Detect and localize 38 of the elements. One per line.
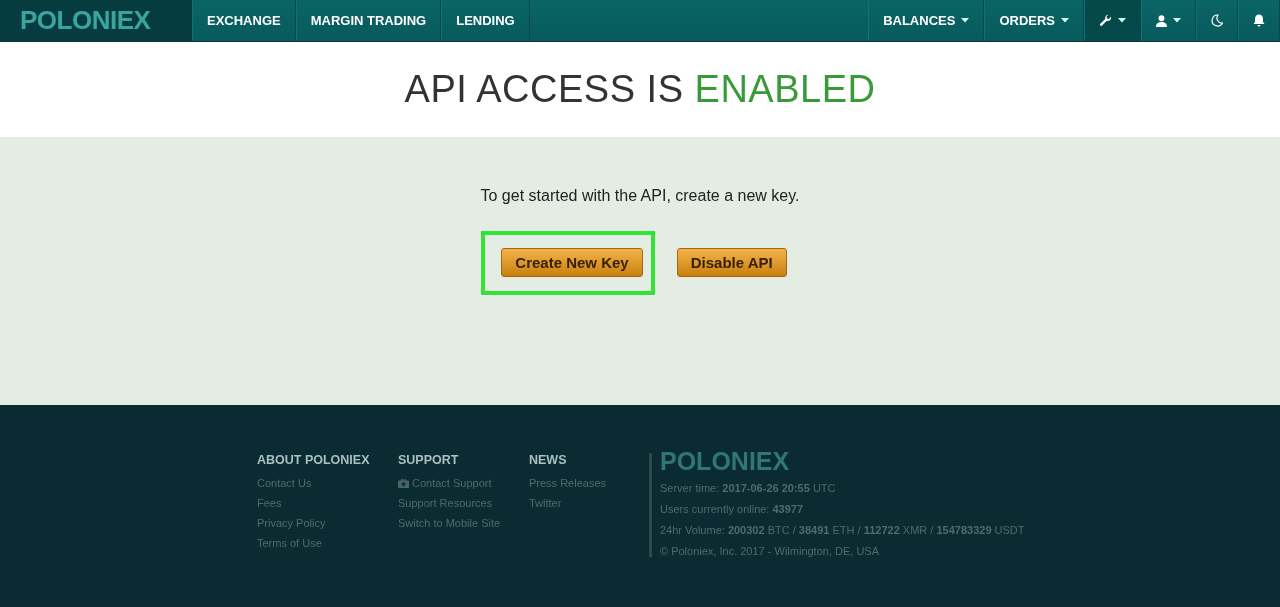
footer-link[interactable]: Switch to Mobile Site [398,517,501,529]
caret-icon [1173,18,1181,23]
wrench-icon [1099,14,1112,27]
nav-menu-item[interactable] [1238,0,1280,41]
nav-link[interactable]: EXCHANGE [192,0,296,41]
caret-icon [961,18,970,23]
footer-link[interactable]: Press Releases [529,477,625,489]
nav-link[interactable]: MARGIN TRADING [295,0,442,41]
footer-link[interactable]: Fees [257,497,370,509]
footer-link[interactable]: Privacy Policy [257,517,370,529]
caret-icon [1061,18,1069,23]
footer-logo: POLONIEX [660,447,791,476]
footer-heading: NEWS [529,453,568,467]
footer-heading: SUPPORT [398,453,460,467]
stat-line: Users currently online: 43977 [660,503,805,515]
page-heading: API ACCESS IS ENABLED [404,68,876,111]
action-button[interactable]: Disable API [676,248,787,277]
action-button[interactable]: Create New Key [501,248,643,277]
footer-link[interactable]: Contact Us [257,477,370,489]
footer-link[interactable]: Support Resources [398,497,501,509]
moon-icon [1211,14,1223,27]
copyright-text: © Poloniex, Inc. 2017 - Wilmington, DE, USA [660,545,881,557]
caret-icon [1118,18,1126,23]
stat-line: 24hr Volume: 200302 BTC / 38491 ETH / 112722 XMR / 154783329 USDT [660,524,1025,536]
footer-link[interactable]: Twitter [529,497,625,509]
nav-menu-item[interactable] [1141,0,1196,41]
footer-heading: ABOUT POLONIEX [257,453,370,467]
nav-menu-item[interactable] [1196,0,1238,41]
nav-menu-item[interactable]: BALANCES [868,0,985,41]
medkit-icon [398,478,409,488]
bell-icon [1253,14,1265,27]
nav-menu-item[interactable] [1084,0,1141,41]
intro-text: To get started with the API, create a new key. [480,187,800,205]
stat-line: Server time: 2017-06-26 20:55 UTC [660,482,837,494]
user-icon [1156,14,1167,27]
footer-link[interactable]: Terms of Use [257,537,370,549]
nav-link[interactable]: LENDING [441,0,530,41]
footer-link[interactable]: Contact Support [398,477,501,489]
